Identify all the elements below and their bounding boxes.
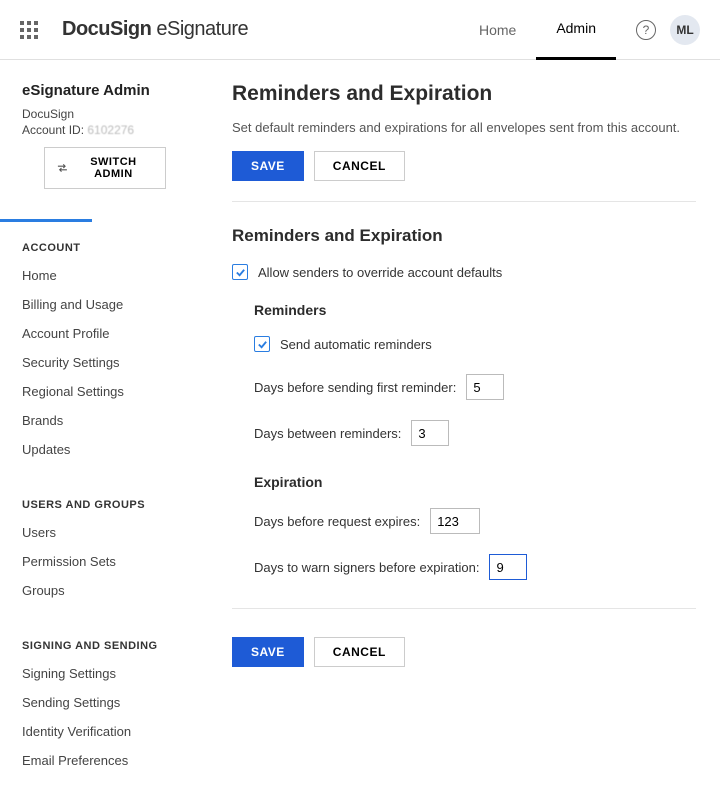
sidebar-org: DocuSign xyxy=(22,107,188,121)
first-reminder-label: Days before sending first reminder: xyxy=(254,380,456,395)
sidebar-item-users[interactable]: Users xyxy=(22,525,188,540)
between-reminders-label: Days between reminders: xyxy=(254,426,401,441)
sidebar-item-email-preferences[interactable]: Email Preferences xyxy=(22,753,188,768)
main-content: Reminders and Expiration Set default rem… xyxy=(210,60,720,790)
cancel-button-bottom[interactable]: CANCEL xyxy=(314,637,405,667)
send-auto-label: Send automatic reminders xyxy=(280,337,432,352)
section-account: ACCOUNT Home Billing and Usage Account P… xyxy=(0,222,210,479)
warn-label: Days to warn signers before expiration: xyxy=(254,560,479,575)
logo-sub: eSignature xyxy=(151,18,248,40)
help-icon[interactable]: ? xyxy=(636,20,656,40)
sidebar-item-brands[interactable]: Brands xyxy=(22,413,188,428)
reminders-heading: Reminders xyxy=(254,302,696,318)
divider-bottom xyxy=(232,608,696,609)
section-account-title: ACCOUNT xyxy=(22,242,188,254)
logo: DocuSign eSignature xyxy=(62,18,248,41)
allow-override-checkbox[interactable] xyxy=(232,264,248,280)
top-bar: DocuSign eSignature Home Admin ? ML xyxy=(0,0,720,60)
save-button-top[interactable]: SAVE xyxy=(232,151,304,181)
cancel-button-top[interactable]: CANCEL xyxy=(314,151,405,181)
save-button-bottom[interactable]: SAVE xyxy=(232,637,304,667)
sidebar-item-regional[interactable]: Regional Settings xyxy=(22,384,188,399)
section-users: USERS AND GROUPS Users Permission Sets G… xyxy=(0,479,210,620)
top-nav: Home Admin ? ML xyxy=(459,0,700,60)
sidebar-item-security[interactable]: Security Settings xyxy=(22,355,188,370)
section-signing-title: SIGNING AND SENDING xyxy=(22,640,188,652)
logo-main: DocuSign xyxy=(62,18,151,40)
expires-label: Days before request expires: xyxy=(254,514,420,529)
switch-admin-button[interactable]: SWITCH ADMIN xyxy=(44,147,166,189)
send-auto-checkbox[interactable] xyxy=(254,336,270,352)
section-signing: SIGNING AND SENDING Signing Settings Sen… xyxy=(0,620,210,790)
sidebar-item-billing[interactable]: Billing and Usage xyxy=(22,297,188,312)
sidebar-item-account-profile[interactable]: Account Profile xyxy=(22,326,188,341)
page-title: Reminders and Expiration xyxy=(232,82,696,106)
apps-grid-icon[interactable] xyxy=(20,21,38,39)
sidebar-item-identity-verification[interactable]: Identity Verification xyxy=(22,724,188,739)
section-title: Reminders and Expiration xyxy=(232,226,696,246)
expiration-heading: Expiration xyxy=(254,474,696,490)
sidebar-item-groups[interactable]: Groups xyxy=(22,583,188,598)
section-users-title: USERS AND GROUPS xyxy=(22,499,188,511)
check-icon xyxy=(235,267,246,278)
sidebar: eSignature Admin DocuSign Account ID: 61… xyxy=(0,60,210,790)
sidebar-item-signing-settings[interactable]: Signing Settings xyxy=(22,666,188,681)
warn-input[interactable] xyxy=(489,554,527,580)
divider xyxy=(232,201,696,202)
sidebar-item-sending-settings[interactable]: Sending Settings xyxy=(22,695,188,710)
allow-override-label: Allow senders to override account defaul… xyxy=(258,265,502,280)
swap-icon xyxy=(57,163,68,173)
between-reminders-input[interactable] xyxy=(411,420,449,446)
check-icon xyxy=(257,339,268,350)
sidebar-item-home[interactable]: Home xyxy=(22,268,188,283)
expires-input[interactable] xyxy=(430,508,480,534)
nav-home[interactable]: Home xyxy=(459,0,536,60)
page-description: Set default reminders and expirations fo… xyxy=(232,120,696,135)
avatar[interactable]: ML xyxy=(670,15,700,45)
nav-admin[interactable]: Admin xyxy=(536,0,616,60)
sidebar-account: Account ID: 6102276 xyxy=(22,123,188,137)
first-reminder-input[interactable] xyxy=(466,374,504,400)
sidebar-item-permission-sets[interactable]: Permission Sets xyxy=(22,554,188,569)
sidebar-title: eSignature Admin xyxy=(22,82,188,99)
sidebar-item-updates[interactable]: Updates xyxy=(22,442,188,457)
